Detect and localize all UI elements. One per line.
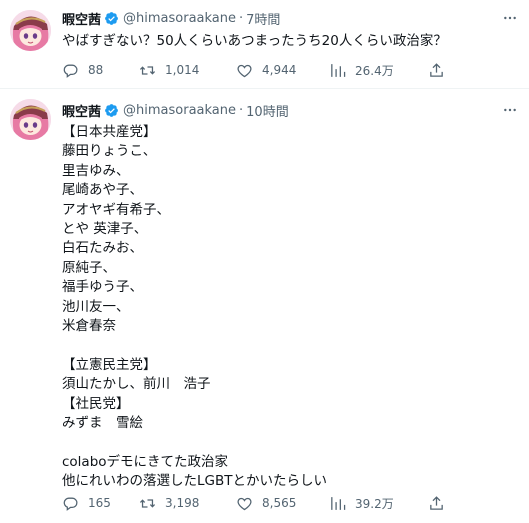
views-button[interactable]: 39.2万 bbox=[329, 493, 394, 513]
tweet-text: やばすぎない？50人くらいあつまったうち20人くらい政治家？ bbox=[62, 33, 447, 49]
like-icon bbox=[237, 64, 252, 77]
like-count: 4,944 bbox=[262, 63, 297, 77]
reply-icon bbox=[63, 64, 78, 78]
display-name[interactable]: 暇空茜 bbox=[62, 101, 101, 120]
share-button[interactable] bbox=[428, 60, 445, 80]
views-icon bbox=[331, 63, 346, 77]
like-count: 8,565 bbox=[262, 496, 297, 510]
display-name[interactable]: 暇空茜 bbox=[62, 9, 101, 28]
tweet[interactable]: 暇空茜 @himasoraakane · 10時間 【日本共産党】 藤田りょうこ… bbox=[0, 89, 529, 523]
more-icon[interactable] bbox=[501, 9, 519, 27]
retweet-count: 3,198 bbox=[165, 496, 200, 510]
handle[interactable]: @himasoraakane bbox=[123, 11, 236, 26]
reply-button[interactable]: 88 bbox=[62, 60, 103, 80]
tweet-header: 暇空茜 @himasoraakane · 10時間 bbox=[62, 101, 289, 120]
share-button[interactable] bbox=[428, 493, 445, 513]
avatar[interactable] bbox=[10, 10, 51, 51]
timestamp[interactable]: 10時間 bbox=[246, 101, 289, 120]
retweet-icon bbox=[139, 498, 156, 508]
avatar[interactable] bbox=[10, 99, 51, 140]
views-count: 39.2万 bbox=[355, 496, 394, 511]
share-icon bbox=[430, 495, 443, 510]
retweet-count: 1,014 bbox=[165, 63, 200, 77]
handle[interactable]: @himasoraakane bbox=[123, 103, 236, 118]
timestamp[interactable]: 7時間 bbox=[246, 9, 280, 28]
reply-count: 165 bbox=[88, 496, 111, 510]
reply-icon bbox=[63, 497, 78, 511]
tweet-actions: 88 1,014 4,944 26.4万 bbox=[62, 60, 454, 80]
separator: · bbox=[239, 102, 244, 118]
like-icon bbox=[237, 497, 252, 510]
tweet-header: 暇空茜 @himasoraakane · 7時間 bbox=[62, 9, 280, 28]
retweet-icon bbox=[139, 65, 156, 75]
tweet[interactable]: 暇空茜 @himasoraakane · 7時間 やばすぎない？50人くらいあつ… bbox=[0, 0, 529, 89]
share-icon bbox=[430, 62, 443, 77]
views-icon bbox=[331, 496, 346, 510]
reply-count: 88 bbox=[88, 63, 104, 77]
verified-badge-icon bbox=[104, 103, 119, 118]
like-button[interactable]: 8,565 bbox=[236, 493, 296, 513]
verified-badge-icon bbox=[104, 11, 119, 26]
retweet-button[interactable]: 3,198 bbox=[139, 493, 199, 513]
like-button[interactable]: 4,944 bbox=[236, 60, 296, 80]
views-button[interactable]: 26.4万 bbox=[329, 60, 394, 80]
tweet-text: 【日本共産党】 藤田りょうこ、 里吉ゆみ、 尾崎あや子、 アオヤギ有希子、 とや… bbox=[62, 124, 327, 490]
avatar-image bbox=[10, 10, 51, 51]
views-count: 26.4万 bbox=[355, 63, 394, 78]
reply-button[interactable]: 165 bbox=[62, 493, 111, 513]
more-icon[interactable] bbox=[501, 101, 519, 119]
tweet-actions: 165 3,198 8,565 39.2万 bbox=[62, 493, 454, 513]
avatar-image bbox=[10, 99, 51, 140]
retweet-button[interactable]: 1,014 bbox=[139, 60, 199, 80]
separator: · bbox=[239, 10, 244, 26]
